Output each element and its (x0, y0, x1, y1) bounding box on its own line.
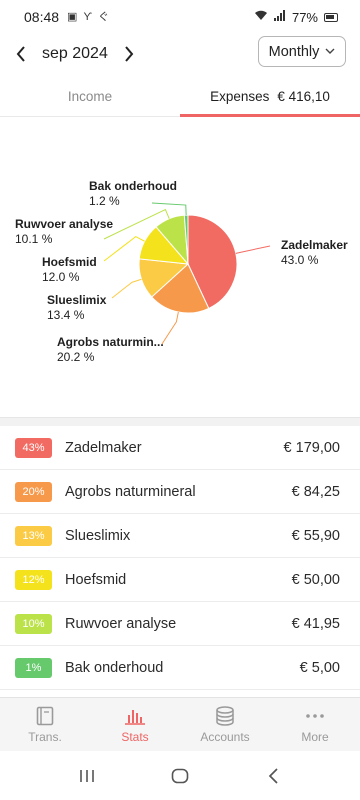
tab-income-label: Income (67, 89, 113, 104)
header: sep 2024 Monthly (0, 34, 360, 74)
chevron-left-icon (16, 46, 25, 62)
percent-badge: 13% (15, 525, 52, 546)
nav-stats[interactable]: Stats (90, 698, 180, 751)
category-list: 43% Zadelmaker € 179,00 20% Agrobs naturmine… (0, 426, 360, 690)
period-label: Monthly (268, 43, 320, 60)
category-amount: € 50,00 (291, 571, 340, 588)
slice-percent: 12.0 % (42, 270, 80, 284)
category-amount: € 55,90 (291, 527, 340, 544)
slice-label: Slueslimix (47, 293, 107, 307)
nav-trans[interactable]: Trans. (0, 698, 90, 751)
percent-badge: 20% (15, 481, 52, 502)
nav-accounts[interactable]: Accounts (180, 698, 270, 751)
month-label: sep 2024 (42, 45, 108, 62)
nav-trans-label: Trans. (28, 729, 62, 744)
tab-income[interactable]: Income (0, 77, 180, 116)
period-dropdown[interactable]: Monthly (258, 36, 346, 67)
slice-label: Ruwvoer analyse (15, 217, 113, 231)
pie-chart: Zadelmaker 43.0 % Agrobs naturmin... 20.2 %… (0, 118, 360, 418)
slice-percent: 13.4 % (47, 308, 85, 322)
percent-badge: 1% (15, 657, 52, 678)
back-button[interactable] (253, 761, 293, 791)
category-amount: € 84,25 (291, 483, 340, 500)
book-icon (34, 706, 56, 726)
category-name: Ruwvoer analyse (65, 615, 177, 632)
home-button[interactable] (160, 761, 200, 791)
chevron-down-icon (325, 46, 335, 57)
chevron-right-icon (125, 46, 134, 62)
status-right: 77% (254, 10, 338, 25)
percent-badge: 12% (15, 569, 52, 590)
next-month-button[interactable] (114, 37, 144, 71)
nav-more-label: More (301, 729, 329, 744)
antenna-notification-icon: ϒ (83, 10, 92, 23)
category-amount: € 5,00 (299, 659, 340, 676)
category-row[interactable]: 10% Ruwvoer analyse € 41,95 (0, 602, 360, 646)
category-name: Slueslimix (65, 527, 131, 544)
percent-badge: 43% (15, 437, 52, 458)
tabs: Income Expenses € 416,10 (0, 77, 360, 117)
system-nav-bar (0, 752, 360, 800)
coins-icon (214, 705, 236, 726)
slice-label: Agrobs naturmin... (57, 335, 164, 349)
category-amount: € 41,95 (291, 615, 340, 632)
slice-label: Zadelmaker (281, 238, 348, 252)
nav-more[interactable]: More (270, 698, 360, 751)
tab-expenses[interactable]: Expenses € 416,10 (180, 77, 360, 117)
wifi-icon (254, 10, 268, 24)
slice-percent: 20.2 % (57, 350, 95, 364)
leader-line (111, 278, 142, 299)
leader-line (235, 245, 271, 254)
slice-percent: 43.0 % (281, 253, 319, 267)
recent-apps-button[interactable] (67, 761, 107, 791)
status-time: 08:48 (24, 9, 60, 25)
category-name: Zadelmaker (65, 439, 142, 456)
slice-label: Bak onderhoud (89, 179, 177, 193)
category-name: Agrobs naturmineral (65, 483, 196, 500)
call-notification-icon: ぐ (97, 10, 109, 23)
category-row[interactable]: 12% Hoefsmid € 50,00 (0, 558, 360, 602)
status-bar: 08:48 ▣ ϒ ぐ 77% (0, 0, 360, 34)
back-icon (269, 768, 278, 784)
tab-expenses-label: Expenses (210, 89, 270, 104)
nav-accounts-label: Accounts (200, 729, 250, 744)
category-name: Hoefsmid (65, 571, 127, 588)
nav-stats-label: Stats (121, 729, 149, 744)
previous-month-button[interactable] (6, 37, 36, 71)
bar-chart-icon (124, 706, 146, 726)
leader-line (103, 236, 145, 262)
category-amount: € 179,00 (283, 439, 340, 456)
battery-percent: 77% (291, 9, 318, 25)
category-name: Bak onderhoud (65, 659, 164, 676)
slice-percent: 1.2 % (89, 194, 120, 208)
slice-percent: 10.1 % (15, 232, 53, 246)
home-icon (171, 768, 189, 784)
gallery-notification-icon: ▣ (67, 10, 78, 23)
signal-icon (273, 10, 286, 24)
section-divider (0, 417, 360, 426)
category-row[interactable]: 1% Bak onderhoud € 5,00 (0, 646, 360, 690)
recent-apps-icon (79, 770, 94, 782)
category-row[interactable]: 20% Agrobs naturmineral € 84,25 (0, 470, 360, 514)
percent-badge: 10% (15, 613, 52, 634)
slice-label: Hoefsmid (42, 255, 97, 269)
more-dots-icon (304, 706, 326, 726)
bottom-nav: Trans. Stats Accounts More (0, 697, 360, 751)
pie-chart-svg: Zadelmaker43.0 % Agrobs naturmin...20.2 %… (15, 179, 348, 364)
tab-expenses-amount: € 416,10 (277, 89, 330, 104)
category-row[interactable]: 13% Slueslimix € 55,90 (0, 514, 360, 558)
category-row[interactable]: 43% Zadelmaker € 179,00 (0, 426, 360, 470)
battery-icon (324, 12, 338, 22)
leader-line (161, 311, 179, 345)
status-left: 08:48 ▣ ϒ ぐ (24, 9, 109, 25)
